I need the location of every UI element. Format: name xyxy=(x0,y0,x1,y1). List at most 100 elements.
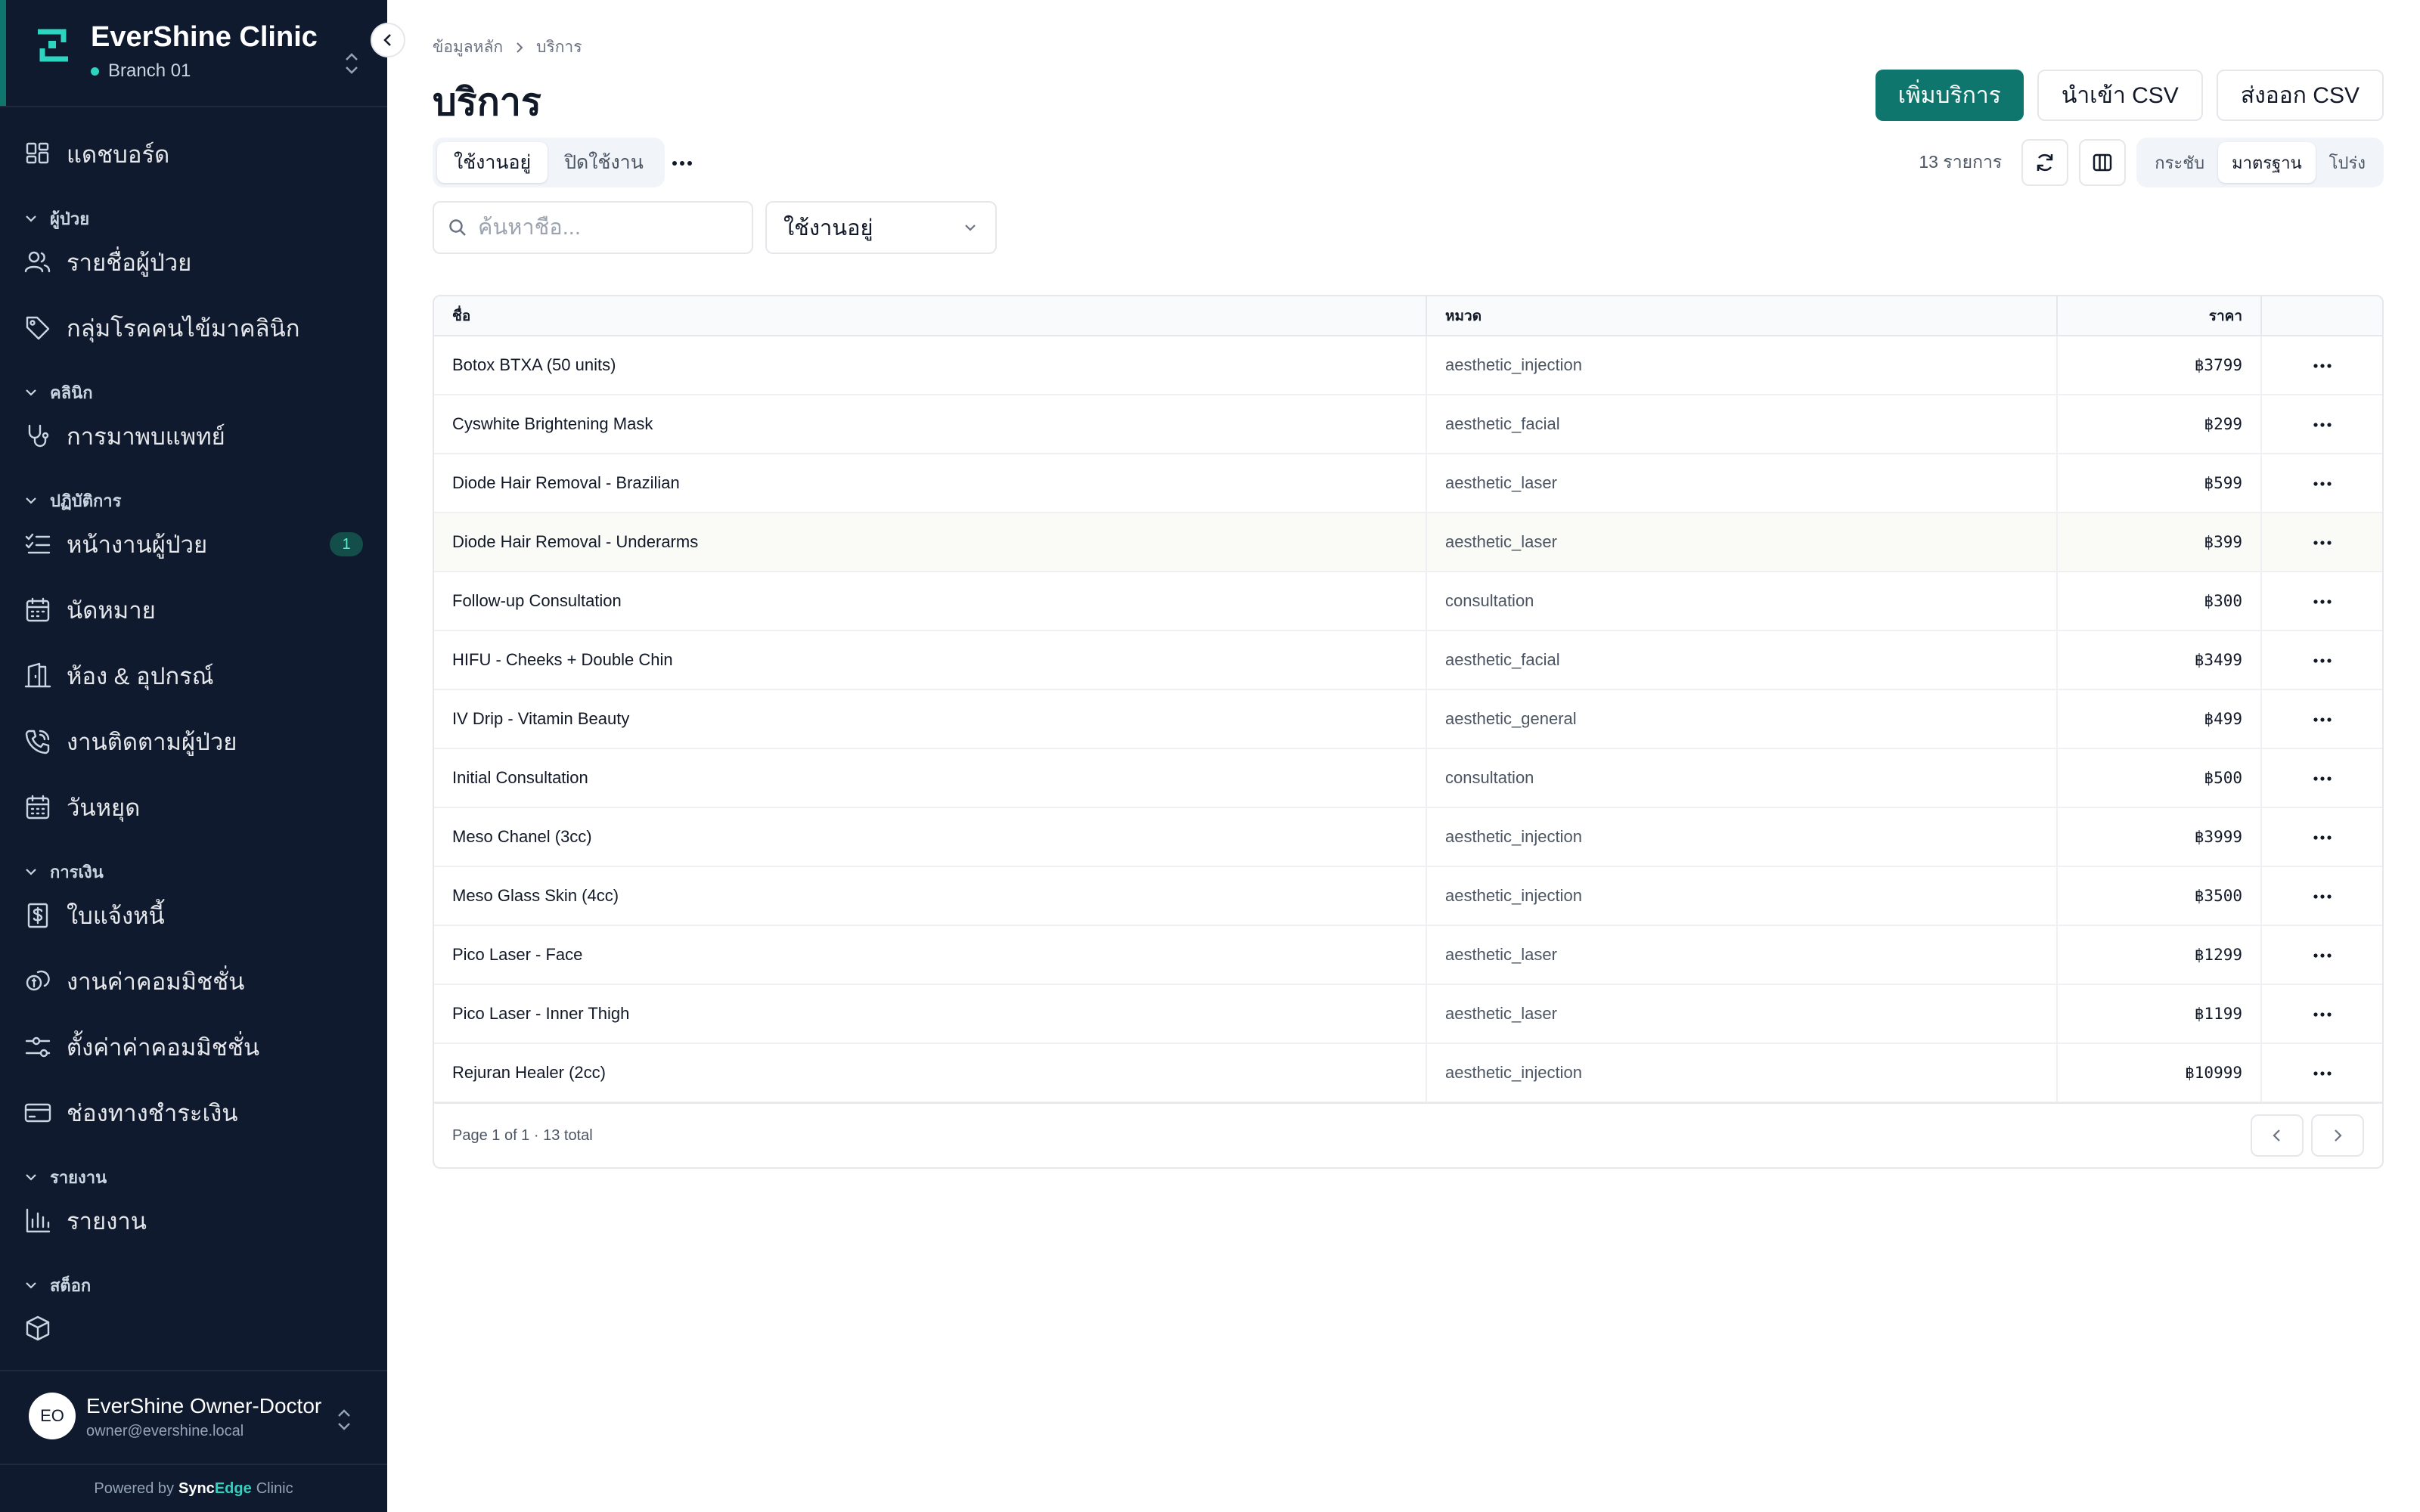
row-menu-button[interactable] xyxy=(2307,767,2338,790)
sidebar-item-invoice[interactable]: ใบแจ้งหนี้ xyxy=(23,893,371,938)
chevron-down-icon xyxy=(965,225,976,231)
row-menu-button[interactable] xyxy=(2307,1003,2338,1026)
sidebar-item-calendar[interactable]: นัดหมาย xyxy=(23,587,371,633)
column-header-price[interactable]: ราคา xyxy=(2057,296,2262,336)
table-row[interactable]: Pico Laser - Inner Thigh aesthetic_laser ฿… xyxy=(434,984,2382,1043)
chevron-left-icon xyxy=(383,34,391,46)
prev-page-button[interactable] xyxy=(2251,1114,2304,1157)
tab-active[interactable]: ใช้งานอยู่ xyxy=(437,142,548,183)
row-menu-button[interactable] xyxy=(2307,414,2338,436)
row-menu-button[interactable] xyxy=(2307,944,2338,967)
clinic-switcher[interactable]: EverShine Clinic Branch 01 xyxy=(30,18,378,101)
count-badge: 1 xyxy=(330,532,363,556)
row-count: 13 รายการ xyxy=(1919,152,2003,172)
breadcrumb-parent[interactable]: ข้อมูลหลัก xyxy=(433,35,503,60)
nav-section-header[interactable]: สต็อก xyxy=(23,1270,91,1300)
ellipsis-icon xyxy=(2313,540,2332,545)
service-name: HIFU - Cheeks + Double Chin xyxy=(434,631,1427,689)
import-csv-button[interactable]: นำเข้า CSV xyxy=(2037,70,2203,121)
sidebar-item-door[interactable]: ห้อง & อุปกรณ์ xyxy=(23,653,371,699)
status-filter-select[interactable]: ใช้งานอยู่ xyxy=(765,201,997,254)
table-row[interactable]: Rejuran Healer (2cc) aesthetic_injection ฿… xyxy=(434,1043,2382,1102)
density-relaxed[interactable]: โปร่ง xyxy=(2316,142,2379,183)
row-menu-button[interactable] xyxy=(2307,355,2338,377)
user-menu[interactable]: EO EverShine Owner-Doctor owner@evershin… xyxy=(0,1370,387,1464)
table-row[interactable]: Meso Glass Skin (4cc) aesthetic_injection… xyxy=(434,866,2382,925)
row-menu-button[interactable] xyxy=(2307,531,2338,554)
sidebar-item-tag[interactable]: กลุ่มโรคคนไข้มาคลินิก xyxy=(23,305,371,351)
refresh-button[interactable] xyxy=(2021,139,2069,186)
sidebar-item-package[interactable] xyxy=(23,1306,371,1352)
column-header-name[interactable]: ชื่อ xyxy=(434,296,1427,336)
table-row[interactable]: HIFU - Cheeks + Double Chin aesthetic_fac… xyxy=(434,631,2382,689)
export-csv-button[interactable]: ส่งออก CSV xyxy=(2216,70,2384,121)
sidebar-item-calendar-holiday[interactable]: วันหยุด xyxy=(23,785,371,830)
service-price: ฿3799 xyxy=(2057,336,2262,395)
table-row[interactable]: IV Drip - Vitamin Beauty aesthetic_genera… xyxy=(434,689,2382,748)
nav-section-header[interactable]: ผู้ป่วย xyxy=(23,203,89,234)
row-menu-button[interactable] xyxy=(2307,472,2338,495)
sidebar-item-users[interactable]: รายชื่อผู้ป่วย xyxy=(23,240,371,285)
service-category: aesthetic_laser xyxy=(1426,925,2058,984)
ellipsis-icon xyxy=(2313,363,2332,368)
service-price: ฿10999 xyxy=(2057,1043,2262,1102)
next-page-button[interactable] xyxy=(2311,1114,2364,1157)
ellipsis-icon xyxy=(2313,1012,2332,1017)
service-category: aesthetic_general xyxy=(1426,689,2058,748)
sidebar-item-stethoscope[interactable]: การมาพบแพทย์ xyxy=(23,414,371,459)
columns-button[interactable] xyxy=(2079,139,2127,186)
sidebar-item-coins[interactable]: งานค่าคอมมิชชั่น xyxy=(23,959,371,1004)
more-options-button[interactable] xyxy=(667,148,697,178)
sidebar-item-label: ใบแจ้งหนี้ xyxy=(67,903,165,929)
credit-card-icon xyxy=(23,1098,53,1128)
density-compact[interactable]: กระชับ xyxy=(2141,142,2218,183)
nav-section-header[interactable]: คลินิก xyxy=(23,377,93,407)
row-actions-cell xyxy=(2261,866,2382,925)
nav-section-header[interactable]: การเงิน xyxy=(23,857,104,887)
row-menu-button[interactable] xyxy=(2307,885,2338,908)
nav-section-header[interactable]: รายงาน xyxy=(23,1162,107,1192)
table-row[interactable]: Diode Hair Removal - Underarms aesthetic_… xyxy=(434,513,2382,572)
table-row[interactable]: Meso Chanel (3cc) aesthetic_injection ฿399… xyxy=(434,807,2382,866)
service-category: consultation xyxy=(1426,572,2058,631)
row-menu-button[interactable] xyxy=(2307,649,2338,672)
calendar-holiday-icon xyxy=(23,792,53,823)
tab-inactive[interactable]: ปิดใช้งาน xyxy=(548,142,660,183)
table-row[interactable]: Cyswhite Brightening Mask aesthetic_facia… xyxy=(434,395,2382,454)
chevron-up-down-icon xyxy=(346,53,358,74)
search-input[interactable] xyxy=(478,215,735,240)
sidebar-item-credit-card[interactable]: ช่องทางชำระเงิน xyxy=(23,1090,371,1136)
table-row[interactable]: Diode Hair Removal - Brazilian aesthetic_… xyxy=(434,454,2382,513)
nav-section-label: คลินิก xyxy=(50,383,93,402)
row-menu-button[interactable] xyxy=(2307,826,2338,849)
sidebar-item-dashboard[interactable]: แดชบอร์ด xyxy=(23,132,371,177)
service-price: ฿3500 xyxy=(2057,866,2262,925)
service-name: IV Drip - Vitamin Beauty xyxy=(434,689,1427,748)
clinic-logo-icon xyxy=(38,29,68,62)
row-menu-button[interactable] xyxy=(2307,708,2338,731)
add-service-button[interactable]: เพิ่มบริการ xyxy=(1875,70,2024,121)
row-menu-button[interactable] xyxy=(2307,590,2338,613)
sidebar-collapse-button[interactable] xyxy=(371,23,405,57)
breadcrumb-current: บริการ xyxy=(536,39,582,56)
sidebar-item-label: ตั้งค่าค่าคอมมิชชั่น xyxy=(67,1034,260,1061)
service-name: Botox BTXA (50 units) xyxy=(434,336,1427,395)
nav-section-header[interactable]: ปฏิบัติการ xyxy=(23,485,121,516)
table-row[interactable]: Initial Consultation consultation ฿500 xyxy=(434,748,2382,807)
sidebar-item-sliders[interactable]: ตั้งค่าค่าคอมมิชชั่น xyxy=(23,1024,371,1070)
service-name: Follow-up Consultation xyxy=(434,572,1427,631)
table-row[interactable]: Pico Laser - Face aesthetic_laser ฿1299 xyxy=(434,925,2382,984)
table-row[interactable]: Follow-up Consultation consultation ฿300 xyxy=(434,572,2382,631)
sidebar-nav: แดชบอร์ดผู้ป่วยรายชื่อผู้ป่วยกลุ่มโรคคนไ… xyxy=(0,113,387,1361)
sidebar-item-list-check[interactable]: หน้างานผู้ป่วย 1 xyxy=(23,522,371,567)
branch-name: Branch 01 xyxy=(108,60,191,81)
table-row[interactable]: Botox BTXA (50 units) aesthetic_injection… xyxy=(434,336,2382,395)
service-category: aesthetic_laser xyxy=(1426,454,2058,513)
sidebar-item-label: การมาพบแพทย์ xyxy=(67,423,225,450)
sidebar-item-bar-chart[interactable]: รายงาน xyxy=(23,1198,371,1244)
density-standard[interactable]: มาตรฐาน xyxy=(2218,142,2316,183)
column-header-category[interactable]: หมวด xyxy=(1426,296,2058,336)
sidebar-item-phone[interactable]: งานติดตามผู้ป่วย xyxy=(23,719,371,764)
sidebar-item-label: รายงาน xyxy=(67,1208,147,1235)
row-menu-button[interactable] xyxy=(2307,1062,2338,1085)
